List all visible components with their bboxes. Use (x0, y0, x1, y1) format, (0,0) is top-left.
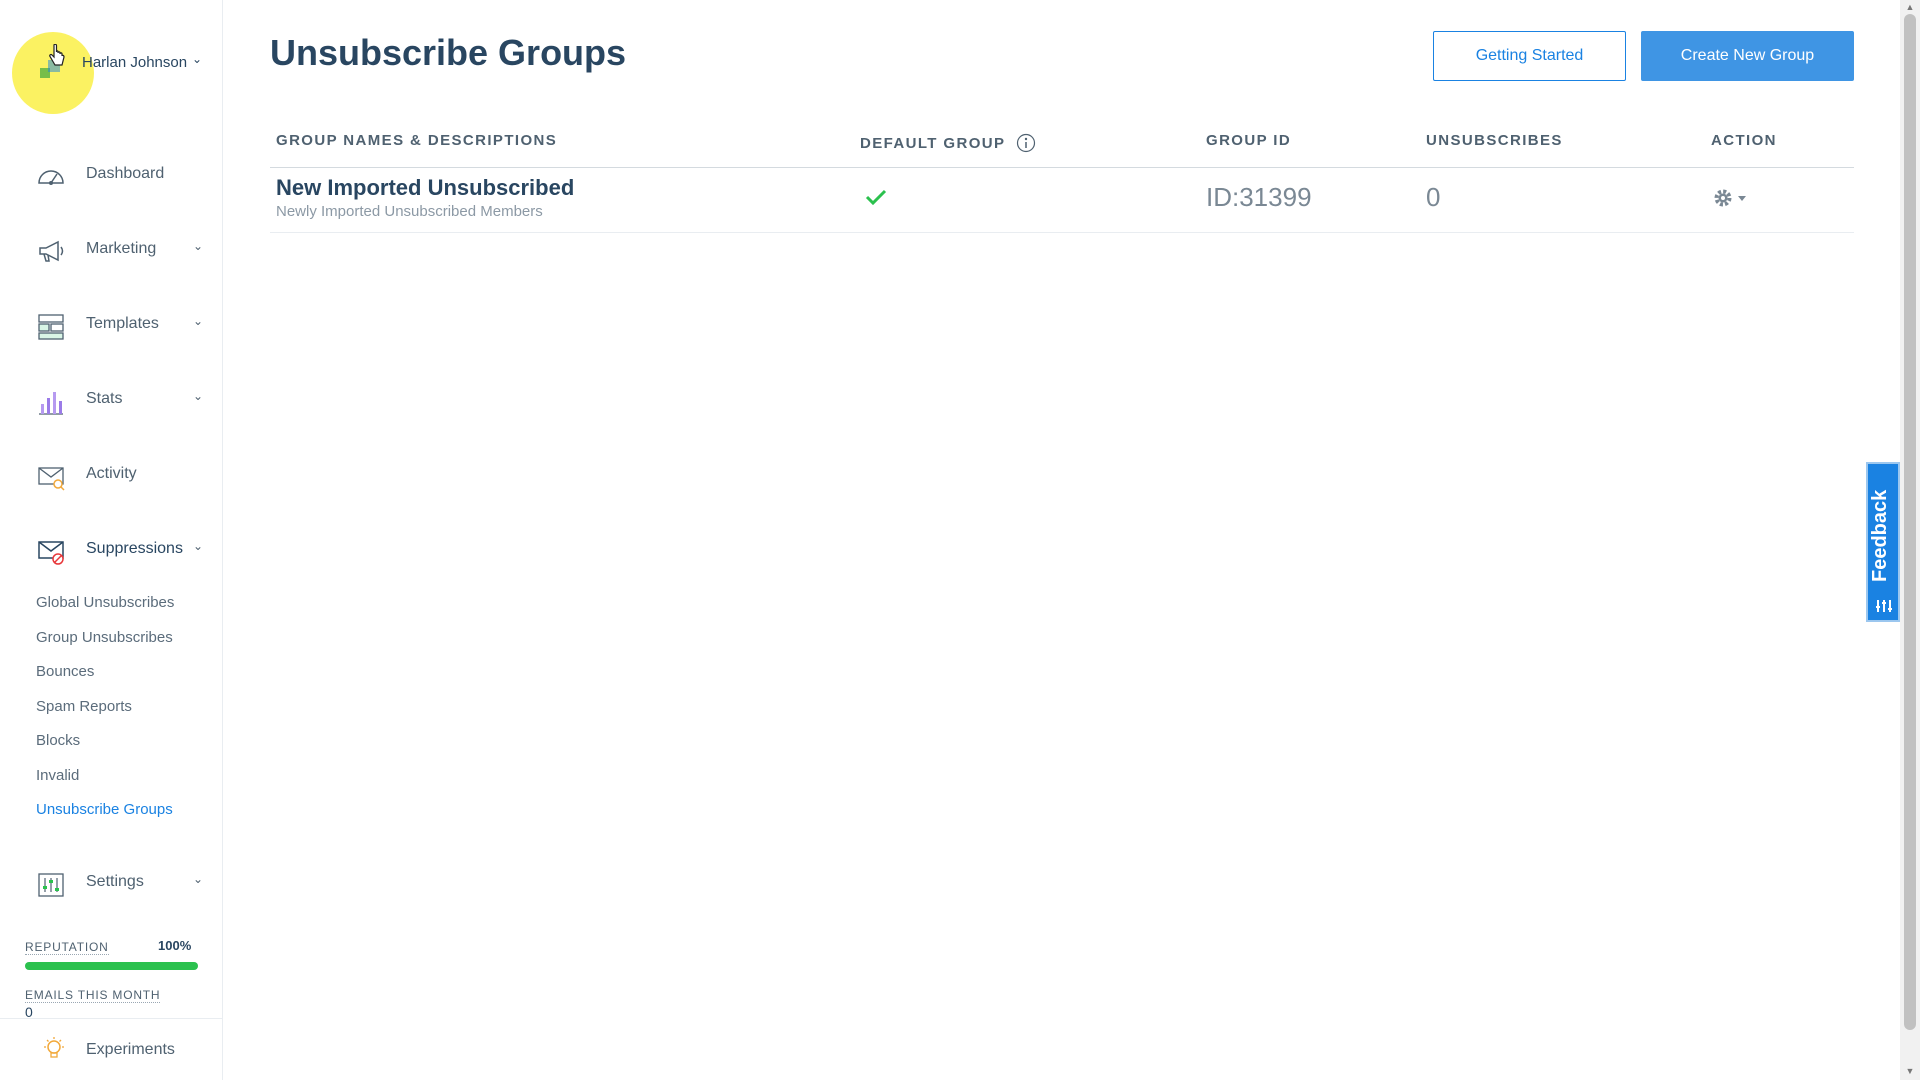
group-description: Newly Imported Unsubscribed Members (276, 203, 543, 220)
unsubscribes-count: 0 (1426, 182, 1441, 212)
sidebar-item-label: Activity (86, 465, 137, 482)
templates-icon (36, 313, 66, 340)
megaphone-icon (36, 238, 66, 264)
page-title: Unsubscribe Groups (270, 32, 627, 73)
sidebar-subitem-unsubscribe-groups[interactable]: Unsubscribe Groups (36, 801, 173, 818)
sidebar-item-label: Templates (86, 315, 159, 332)
emails-this-month-value: 0 (25, 1004, 33, 1018)
chevron-down-icon: ⌄ (193, 314, 204, 328)
caret-down-icon (1738, 196, 1746, 201)
scrollbar-thumb[interactable] (1904, 14, 1916, 1030)
create-new-group-button[interactable]: Create New Group (1641, 31, 1854, 81)
column-header-default-group: DEFAULT GROUP (860, 135, 1006, 152)
sidebar: Harlan Johnson ⌄ Dashboard Marketing ⌄ T… (0, 0, 223, 1080)
suppressions-envelope-icon (36, 538, 66, 565)
sidebar-item-activity[interactable]: Activity (0, 455, 223, 495)
table-header-divider (270, 167, 1854, 168)
sidebar-item-label: Suppressions (86, 540, 183, 557)
sidebar-item-label: Stats (86, 390, 123, 407)
user-name: Harlan Johnson (82, 54, 188, 71)
column-header-names: GROUP NAMES & DESCRIPTIONS (276, 132, 558, 149)
sidebar-subitem-bounces[interactable]: Bounces (36, 663, 94, 680)
sidebar-item-experiments[interactable]: Experiments (0, 1018, 223, 1081)
chevron-down-icon: ⌄ (193, 539, 204, 553)
sidebar-subitem-group-unsubscribes[interactable]: Group Unsubscribes (36, 629, 173, 646)
user-menu[interactable]: Harlan Johnson ⌄ (0, 30, 223, 114)
bar-chart-icon (36, 388, 66, 415)
sidebar-item-stats[interactable]: Stats ⌄ (0, 380, 223, 420)
reputation-progress-fill (25, 962, 198, 970)
sidebar-subitem-global-unsubscribes[interactable]: Global Unsubscribes (36, 594, 174, 611)
lightbulb-icon (42, 1037, 66, 1068)
group-id: ID:31399 (1206, 182, 1312, 212)
column-header-group-id: GROUP ID (1206, 132, 1292, 149)
chevron-down-icon: ⌄ (193, 872, 204, 886)
group-name[interactable]: New Imported Unsubscribed (276, 175, 574, 201)
chevron-down-icon: ⌄ (192, 52, 203, 66)
dashboard-gauge-icon (36, 163, 66, 189)
sidebar-item-label: Experiments (86, 1041, 175, 1058)
sidebar-item-settings[interactable]: Settings ⌄ (0, 863, 223, 903)
row-action-menu[interactable] (1712, 186, 1752, 210)
sidebar-subitem-invalid[interactable]: Invalid (36, 767, 79, 784)
reputation-value: 100% (158, 938, 192, 953)
feedback-label: Feedback (1869, 489, 1891, 582)
sidebar-item-marketing[interactable]: Marketing ⌄ (0, 230, 223, 270)
sidebar-item-suppressions[interactable]: Suppressions ⌄ (0, 530, 223, 570)
sidebar-item-templates[interactable]: Templates ⌄ (0, 305, 223, 345)
sidebar-item-label: Dashboard (86, 165, 165, 182)
emails-this-month-label: EMAILS THIS MONTH (25, 988, 161, 1003)
sidebar-subitem-spam-reports[interactable]: Spam Reports (36, 698, 132, 715)
checkmark-icon (865, 188, 887, 211)
scroll-up-arrow-icon[interactable]: ▲ (1904, 2, 1916, 12)
column-header-unsubscribes: UNSUBSCRIBES (1426, 132, 1563, 149)
activity-envelope-icon (36, 463, 66, 491)
column-header-action: ACTION (1711, 132, 1777, 149)
sidebar-subitem-blocks[interactable]: Blocks (36, 732, 80, 749)
hand-pointer-icon (48, 43, 66, 73)
sidebar-item-dashboard[interactable]: Dashboard (0, 155, 223, 195)
sidebar-item-label: Marketing (86, 240, 157, 257)
info-icon[interactable] (1016, 133, 1036, 158)
feedback-tab[interactable]: Feedback (1866, 462, 1900, 622)
gear-icon (1714, 189, 1732, 207)
sliders-icon (1875, 598, 1893, 619)
chevron-down-icon: ⌄ (193, 389, 204, 403)
settings-sliders-icon (36, 871, 66, 897)
chevron-down-icon: ⌄ (193, 239, 204, 253)
sidebar-item-label: Settings (86, 873, 144, 890)
getting-started-button[interactable]: Getting Started (1433, 31, 1626, 81)
scroll-down-arrow-icon[interactable]: ▼ (1904, 1066, 1916, 1076)
table-row-divider (270, 232, 1854, 233)
scrollbar[interactable]: ▲ ▼ (1900, 0, 1920, 1080)
reputation-label: REPUTATION (25, 940, 109, 955)
reputation-progress-bar (25, 962, 198, 970)
